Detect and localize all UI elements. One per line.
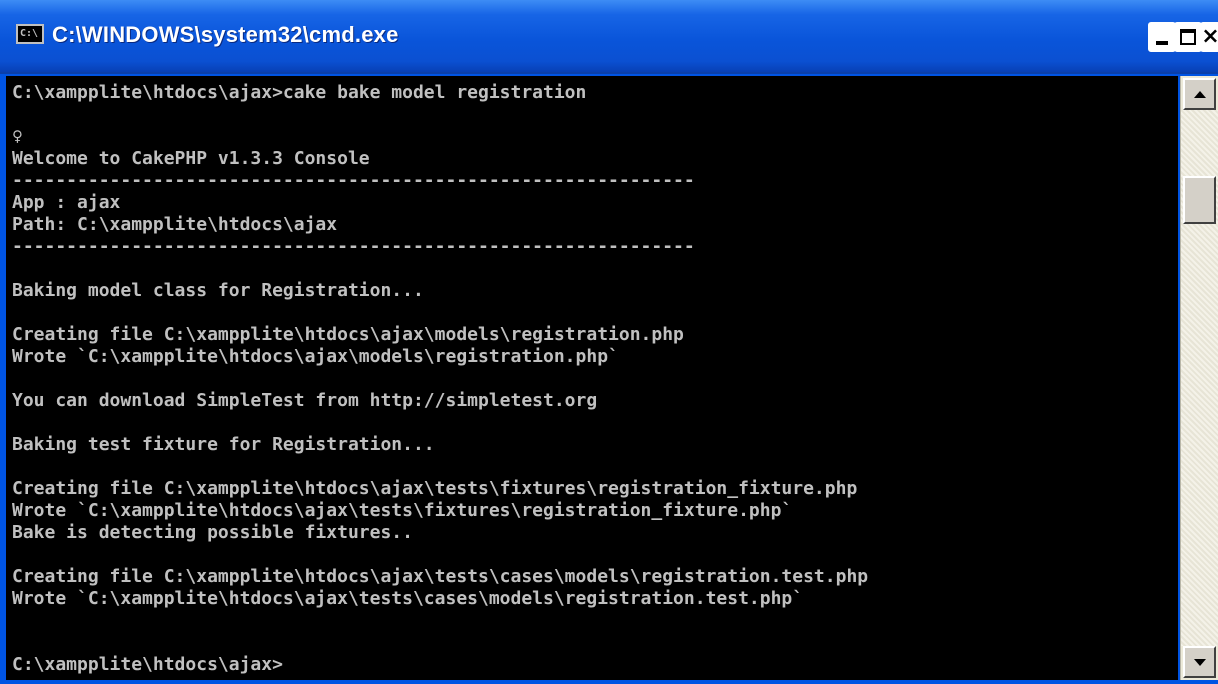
console-line: Baking model class for Registration... [12, 280, 424, 301]
maximize-button[interactable] [1174, 22, 1202, 52]
maximize-icon [1180, 29, 1196, 45]
console-line: C:\xampplite\htdocs\ajax> [12, 654, 283, 675]
console-output[interactable]: C:\xampplite\htdocs\ajax>cake bake model… [6, 76, 1178, 680]
minimize-icon [1156, 41, 1168, 45]
console-line: Creating file C:\xampplite\htdocs\ajax\t… [12, 566, 869, 587]
cmd-window: C:\ C:\WINDOWS\system32\cmd.exe × C:\xam… [0, 0, 1218, 684]
scroll-up-button[interactable] [1183, 78, 1216, 110]
console-lines: C:\xampplite\htdocs\ajax>cake bake model… [12, 82, 868, 676]
scroll-up-arrow-icon [1193, 90, 1206, 98]
minimize-button[interactable] [1148, 22, 1176, 52]
console-line: ----------------------------------------… [12, 170, 695, 191]
console-line: ♀ [12, 126, 23, 147]
console-line: Wrote `C:\xampplite\htdocs\ajax\tests\ca… [12, 588, 804, 609]
console-line: Welcome to CakePHP v1.3.3 Console [12, 148, 370, 169]
console-line: Path: C:\xampplite\htdocs\ajax [12, 214, 338, 235]
close-button[interactable]: × [1200, 22, 1218, 52]
console-line: You can download SimpleTest from http://… [12, 390, 598, 411]
title-bar[interactable]: C:\ C:\WINDOWS\system32\cmd.exe × [0, 0, 1218, 74]
vertical-scrollbar[interactable] [1180, 76, 1218, 680]
console-line: ----------------------------------------… [12, 236, 695, 257]
console-line: C:\xampplite\htdocs\ajax>cake bake model… [12, 82, 587, 103]
scroll-down-button[interactable] [1183, 646, 1216, 678]
close-icon: × [1201, 24, 1218, 49]
console-line: Baking test fixture for Registration... [12, 434, 435, 455]
cmd-icon[interactable]: C:\ [16, 24, 44, 44]
scroll-down-arrow-icon [1193, 658, 1206, 666]
scrollbar-thumb[interactable] [1183, 176, 1216, 224]
console-line: App : ajax [12, 192, 121, 213]
console-line: Creating file C:\xampplite\htdocs\ajax\m… [12, 324, 684, 345]
console-line: Wrote `C:\xampplite\htdocs\ajax\tests\fi… [12, 500, 793, 521]
console-line: Bake is detecting possible fixtures.. [12, 522, 413, 543]
console-line: Wrote `C:\xampplite\htdocs\ajax\models\r… [12, 346, 619, 367]
window-title: C:\WINDOWS\system32\cmd.exe [52, 22, 399, 47]
console-line: Creating file C:\xampplite\htdocs\ajax\t… [12, 478, 858, 499]
